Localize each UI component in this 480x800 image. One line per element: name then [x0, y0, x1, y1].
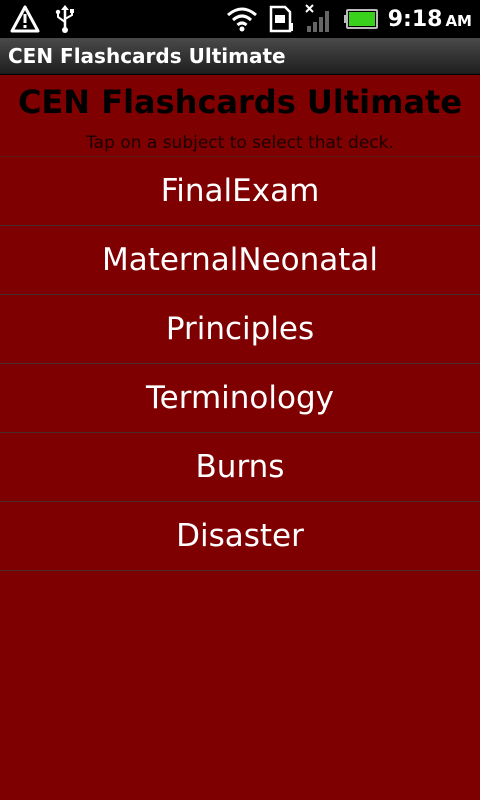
app-title: CEN Flashcards Ultimate: [8, 44, 286, 68]
status-bar: 9:18 AM: [0, 0, 480, 38]
deck-item-maternalneonatal[interactable]: MaternalNeonatal: [0, 226, 480, 295]
signal-off-icon: [305, 4, 329, 32]
deck-item-disaster[interactable]: Disaster: [0, 502, 480, 571]
deck-item-burns[interactable]: Burns: [0, 433, 480, 502]
page-title: CEN Flashcards Ultimate: [17, 83, 463, 121]
warning-icon: [10, 5, 40, 33]
deck-selection-screen: CEN Flashcards Ultimate Tap on a subject…: [0, 75, 480, 800]
deck-item-principles[interactable]: Principles: [0, 295, 480, 364]
status-clock: 9:18 AM: [388, 7, 472, 32]
clock-time: 9:18: [387, 6, 443, 32]
sd-card-icon: [269, 5, 293, 33]
deck-item-finalexam[interactable]: FinalExam: [0, 157, 480, 226]
instructions-text: Tap on a subject to select that deck.: [86, 133, 394, 153]
app-title-bar: CEN Flashcards Ultimate: [0, 38, 480, 75]
wifi-icon: [226, 7, 257, 32]
usb-icon: [55, 5, 74, 33]
clock-ampm: AM: [445, 11, 472, 30]
deck-item-terminology[interactable]: Terminology: [0, 364, 480, 433]
deck-list: FinalExam MaternalNeonatal Principles Te…: [0, 156, 480, 571]
battery-icon: [343, 9, 378, 29]
